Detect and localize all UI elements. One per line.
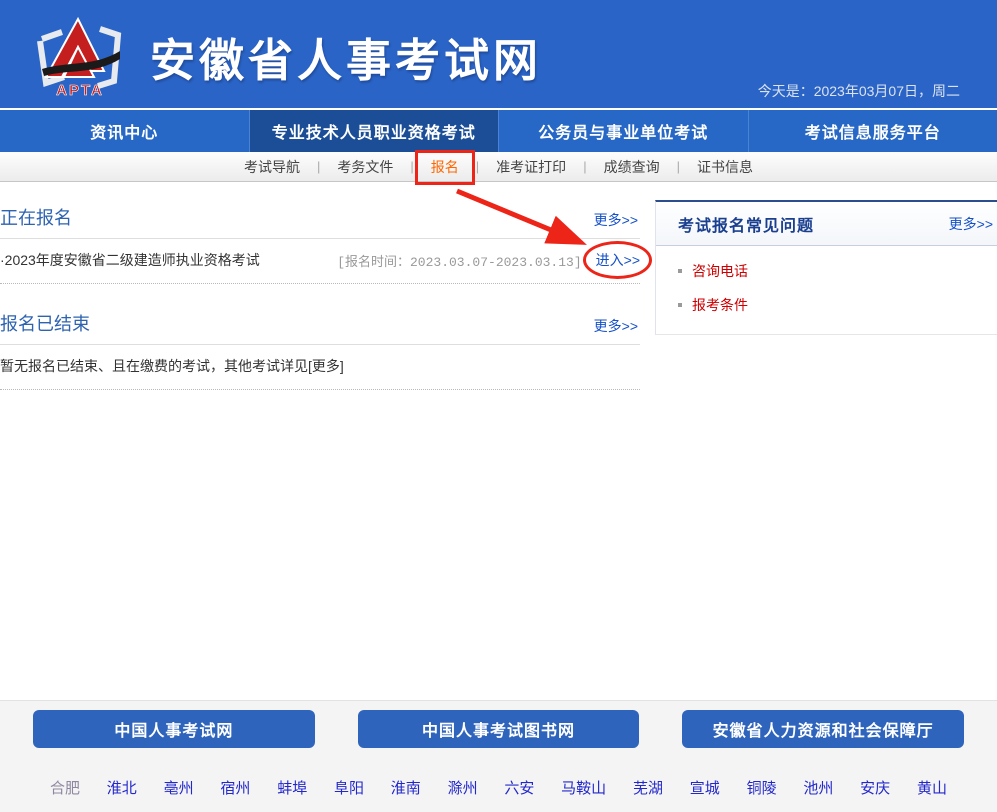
- city-link[interactable]: 池州: [803, 777, 833, 798]
- page: APTA 安徽省人事考试网 今天是：2023年03月07日，周二 资讯中心 专业…: [0, 0, 997, 812]
- registering-more-link[interactable]: 更多>>: [594, 210, 638, 230]
- subnav-separator: |: [410, 159, 413, 174]
- city-link[interactable]: 黄山: [917, 777, 947, 798]
- city-links-row: 合肥 淮北 亳州 宿州 蚌埠 阜阳 淮南 滁州 六安 马鞍山 芜湖 宣城 铜陵 …: [0, 748, 997, 798]
- nav-item-professional-exams[interactable]: 专业技术人员职业资格考试: [249, 110, 499, 152]
- square-bullet-icon: [678, 303, 682, 307]
- exam-lists-column: 正在报名 更多>> ·2023年度安徽省二级建造师执业资格考试 [报名时间：20…: [0, 200, 640, 700]
- subnav-separator: |: [677, 159, 680, 174]
- nav-item-exam-info-platform[interactable]: 考试信息服务平台: [748, 110, 997, 152]
- city-link[interactable]: 合肥: [50, 777, 80, 798]
- registering-section-title: 正在报名: [0, 204, 72, 230]
- faq-panel-header: 考试报名常见问题 更多>>: [656, 202, 997, 246]
- site-header: APTA 安徽省人事考试网 今天是：2023年03月07日，周二: [0, 0, 997, 108]
- city-link[interactable]: 马鞍山: [561, 777, 606, 798]
- city-link[interactable]: 宿州: [220, 777, 250, 798]
- subnav-separator: |: [583, 159, 586, 174]
- faq-link-exam-conditions[interactable]: 报考条件: [692, 297, 748, 313]
- subnav-separator: |: [476, 159, 479, 174]
- annotation-red-box: [415, 150, 475, 185]
- faq-link-consult-phone[interactable]: 咨询电话: [692, 263, 748, 279]
- footer-button-china-exam-net[interactable]: 中国人事考试网: [33, 710, 315, 748]
- site-footer: 中国人事考试网 中国人事考试图书网 安徽省人力资源和社会保障厅 合肥 淮北 亳州…: [0, 700, 997, 812]
- faq-panel-title: 考试报名常见问题: [678, 212, 814, 236]
- city-link[interactable]: 亳州: [164, 777, 194, 798]
- nav-item-news-center[interactable]: 资讯中心: [0, 110, 249, 152]
- site-title: 安徽省人事考试网: [150, 24, 542, 89]
- main-content: 正在报名 更多>> ·2023年度安徽省二级建造师执业资格考试 [报名时间：20…: [0, 182, 997, 700]
- city-link[interactable]: 淮南: [391, 777, 421, 798]
- subnav-separator: |: [317, 159, 320, 174]
- svg-text:APTA: APTA: [56, 82, 104, 99]
- subnav-registration[interactable]: 报名: [428, 157, 462, 177]
- faq-list-item: 报考条件: [678, 288, 997, 322]
- exam-registration-time: [报名时间：2023.03.07-2023.03.13]: [337, 251, 581, 270]
- closed-empty-text: 暂无报名已结束、且在缴费的考试，其他考试详见[更多]: [0, 345, 640, 390]
- exam-name: ·2023年度安徽省二级建造师执业资格考试: [0, 250, 337, 270]
- closed-section-title: 报名已结束: [0, 310, 90, 336]
- faq-list-item: 咨询电话: [678, 254, 997, 288]
- exam-list-item: ·2023年度安徽省二级建造师执业资格考试 [报名时间：2023.03.07-2…: [0, 239, 640, 284]
- section-gap: [0, 284, 640, 306]
- footer-button-china-exam-books-net[interactable]: 中国人事考试图书网: [358, 710, 640, 748]
- subnav-certificate-info[interactable]: 证书信息: [694, 157, 756, 177]
- city-link[interactable]: 安庆: [860, 777, 890, 798]
- registering-section-header: 正在报名 更多>>: [0, 200, 640, 239]
- subnav-exam-documents[interactable]: 考务文件: [334, 157, 396, 177]
- subnav-admission-ticket-print[interactable]: 准考证打印: [493, 157, 569, 177]
- footer-button-row: 中国人事考试网 中国人事考试图书网 安徽省人力资源和社会保障厅: [0, 701, 997, 748]
- subnav-score-query[interactable]: 成绩查询: [601, 157, 663, 177]
- sub-nav: 考试导航 | 考务文件 | 报名 | 准考证打印 | 成绩查询 | 证书信息: [0, 152, 997, 182]
- footer-button-anhui-hr-bureau[interactable]: 安徽省人力资源和社会保障厅: [682, 710, 964, 748]
- nav-item-civil-servant-exams[interactable]: 公务员与事业单位考试: [498, 110, 748, 152]
- square-bullet-icon: [678, 269, 682, 273]
- city-link[interactable]: 宣城: [690, 777, 720, 798]
- city-link[interactable]: 铜陵: [747, 777, 777, 798]
- annotation-red-circle: [583, 241, 652, 279]
- subnav-exam-guide[interactable]: 考试导航: [241, 157, 303, 177]
- city-link[interactable]: 芜湖: [633, 777, 663, 798]
- city-link[interactable]: 六安: [504, 777, 534, 798]
- enter-link[interactable]: 进入>>: [596, 250, 640, 270]
- apta-logo-icon: APTA: [28, 9, 132, 101]
- faq-more-link[interactable]: 更多>>: [949, 214, 993, 234]
- main-nav: 资讯中心 专业技术人员职业资格考试 公务员与事业单位考试 考试信息服务平台: [0, 108, 997, 152]
- closed-more-link[interactable]: 更多>>: [594, 316, 638, 336]
- city-link[interactable]: 淮北: [107, 777, 137, 798]
- city-link[interactable]: 滁州: [448, 777, 478, 798]
- closed-section-header: 报名已结束 更多>>: [0, 306, 640, 345]
- faq-list: 咨询电话 报考条件: [656, 246, 997, 334]
- city-link[interactable]: 蚌埠: [277, 777, 307, 798]
- city-link[interactable]: 阜阳: [334, 777, 364, 798]
- faq-panel: 考试报名常见问题 更多>> 咨询电话 报考条件: [655, 200, 997, 335]
- date-text: 今天是：2023年03月07日，周二: [758, 81, 960, 101]
